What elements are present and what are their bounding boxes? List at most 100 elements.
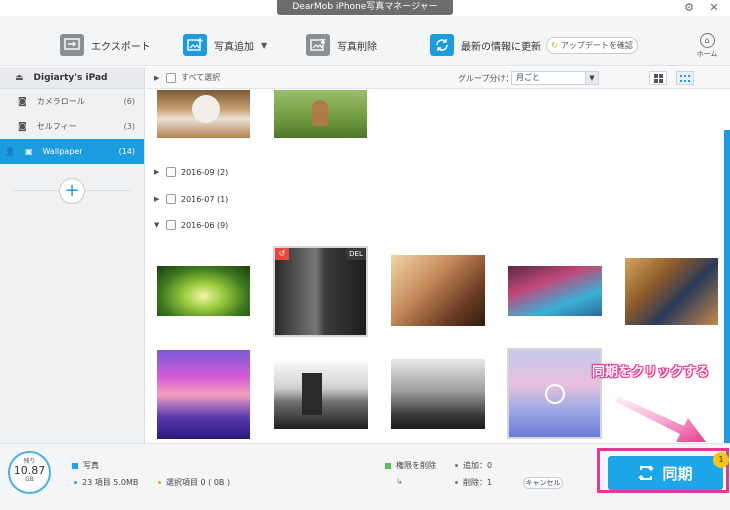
camera-icon: ◙ (18, 121, 27, 132)
update-check-label: アップデートを確認 (560, 41, 633, 50)
sync-button[interactable]: 同期 (608, 456, 723, 490)
perm-delete-legend: 権限を削除 (385, 460, 436, 471)
sidebar-item-label: Wallpaper (42, 147, 83, 156)
bullet-icon (455, 481, 458, 484)
add-photo-icon (183, 34, 207, 56)
window-title: DearMob iPhone写真マネージャー (277, 0, 453, 15)
sync-icon (638, 466, 655, 480)
photo-thumbnail[interactable] (391, 255, 485, 326)
photo-thumbnail[interactable] (157, 90, 250, 138)
remaining-value: 10.87 (13, 464, 46, 477)
select-all-label: すべて選択 (181, 73, 221, 82)
storage-gauge: 残り 10.87 GB (8, 451, 51, 494)
collapse-icon[interactable]: ▼ (154, 221, 161, 229)
sidebar-item-wallpaper[interactable]: 👤 ▣ Wallpaper (14) (0, 139, 144, 164)
device-name: Digiarty's iPad (33, 72, 108, 83)
photo-thumbnail[interactable] (391, 359, 485, 429)
sync-count-badge: 1 (713, 452, 729, 468)
add-photo-button[interactable]: 写真追加 ▼ (183, 33, 267, 57)
sidebar-item-count: (6) (123, 97, 135, 106)
photos-swatch (72, 462, 78, 469)
photo-thumbnail-selected[interactable]: ↺ DEL (273, 246, 368, 337)
photo-thumbnail[interactable] (157, 266, 250, 316)
photo-grid-panel: ▶ すべて選択 グループ分け： 月ごと ▼ ▶ 2016-09 (2) ▶ 20… (146, 67, 730, 443)
callout-arrow (616, 396, 706, 442)
perm-delete-swatch (385, 462, 391, 469)
small-grid-icon (680, 74, 690, 82)
home-label: ホーム (696, 50, 718, 58)
delete-photo-button[interactable]: 写真削除 (306, 33, 377, 57)
section-header[interactable]: ▶ 2016-09 (2) (154, 167, 228, 177)
scrollbar[interactable] (724, 130, 730, 443)
add-album-button[interactable]: + (59, 178, 85, 204)
photo-thumbnail[interactable] (508, 266, 602, 316)
section-checkbox[interactable] (166, 220, 176, 230)
perm-delete-label: 権限を削除 (396, 461, 436, 470)
select-all[interactable]: ▶ すべて選択 (154, 72, 220, 83)
select-all-checkbox[interactable] (166, 72, 176, 83)
monolith-shape (302, 373, 322, 415)
added-count: 追加：0 (455, 460, 492, 471)
home-button[interactable]: ⌂ ホーム (693, 33, 721, 59)
delete-badge: DEL (346, 248, 366, 260)
section-label: 2016-07 (1) (181, 194, 229, 204)
eject-icon[interactable]: ⏏ (15, 73, 24, 83)
large-grid-view-button[interactable] (649, 71, 667, 85)
photo-thumbnail[interactable] (157, 350, 250, 439)
sync-label: 同期 (662, 464, 693, 483)
group-by-value: 月ごと (516, 73, 540, 82)
delete-photo-label: 写真削除 (337, 41, 377, 53)
close-icon[interactable]: ✕ (705, 0, 723, 15)
photo-thumbnail[interactable] (625, 258, 718, 325)
removed-count: 削除：1 (455, 477, 492, 488)
section-checkbox[interactable] (166, 194, 176, 204)
toolbar: エクスポート 写真追加 ▼ 写真削除 最新の情報に更新 ↻ アップデートを確認 … (0, 16, 730, 66)
kitten-shape (192, 95, 220, 123)
refresh-button[interactable]: 最新の情報に更新 (430, 33, 541, 57)
added-label: 追加：0 (463, 461, 493, 470)
expand-icon[interactable]: ▶ (154, 195, 161, 203)
bullet-icon (158, 481, 161, 484)
home-icon: ⌂ (699, 33, 715, 48)
sidebar-item-selfie[interactable]: ◙ セルフィー (3) (0, 114, 144, 139)
section-checkbox[interactable] (166, 167, 176, 177)
photos-detail-text: 23 項目 5.0MB (82, 478, 139, 487)
update-check-button[interactable]: ↻ アップデートを確認 (546, 37, 638, 54)
return-arrow-icon: ↳ (396, 477, 403, 486)
selected-items: 選択項目 0 ( 0B ) (158, 477, 230, 488)
large-grid-icon (653, 73, 663, 83)
undo-icon[interactable]: ↺ (275, 248, 289, 260)
add-photo-label: 写真追加 (214, 41, 254, 53)
bullet-icon (74, 481, 77, 484)
refresh-label: 最新の情報に更新 (461, 41, 541, 53)
sidebar-item-label: カメラロール (36, 97, 85, 106)
export-label: エクスポート (91, 41, 151, 53)
photos-legend: 写真 (72, 460, 99, 471)
small-grid-view-button[interactable] (676, 71, 694, 85)
photo-thumbnail[interactable] (274, 361, 368, 429)
chevron-down-icon[interactable]: ▼ (261, 41, 267, 50)
delete-photo-icon (306, 34, 330, 56)
title-bar: DearMob iPhone写真マネージャー ⚙ ✕ (0, 0, 730, 16)
chevron-down-icon: ▼ (585, 72, 598, 84)
photos-label: 写真 (83, 461, 99, 470)
expand-icon[interactable]: ▶ (154, 74, 161, 82)
export-button[interactable]: エクスポート (60, 33, 151, 57)
section-label: 2016-06 (9) (181, 220, 229, 230)
bullet-icon (455, 464, 458, 467)
refresh-icon (430, 34, 454, 56)
device-header[interactable]: ⏏ Digiarty's iPad (0, 67, 144, 89)
expand-icon[interactable]: ▶ (154, 168, 161, 176)
gear-icon[interactable]: ⚙ (680, 0, 698, 15)
cancel-button[interactable]: キャンセル (523, 477, 563, 489)
photo-thumbnail[interactable] (274, 90, 367, 138)
group-by-select[interactable]: 月ごと ▼ (511, 71, 599, 85)
remaining-unit: GB (25, 476, 34, 483)
image-icon: ▣ (24, 147, 33, 156)
sidebar-item-camera-roll[interactable]: ◙ カメラロール (6) (0, 89, 144, 114)
removed-label: 削除：1 (463, 478, 493, 487)
photo-thumbnail-selected[interactable] (507, 348, 602, 439)
section-header[interactable]: ▶ 2016-07 (1) (154, 194, 228, 204)
cursor-indicator (545, 384, 565, 404)
section-header[interactable]: ▼ 2016-06 (9) (154, 220, 228, 230)
